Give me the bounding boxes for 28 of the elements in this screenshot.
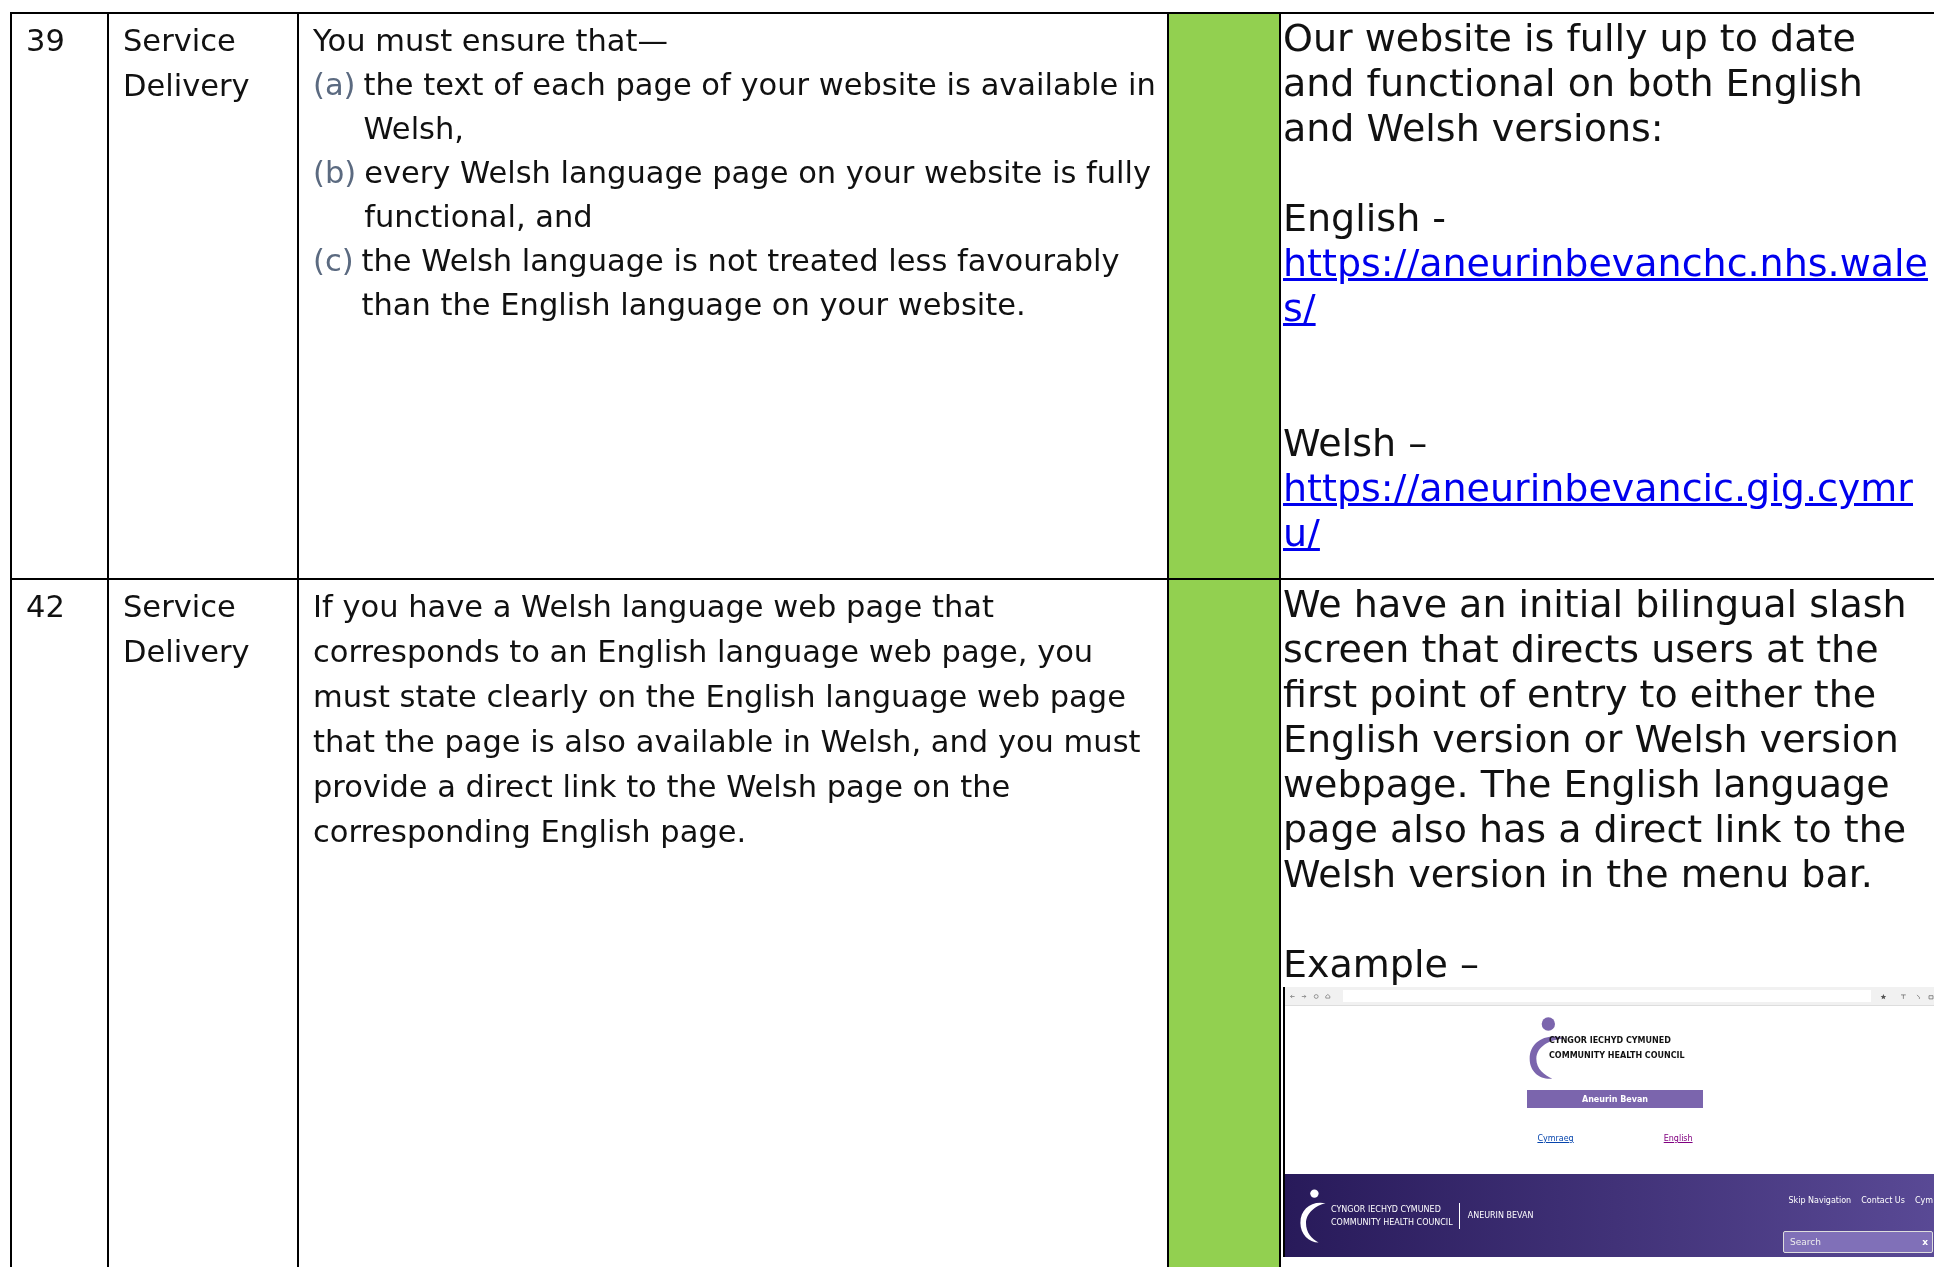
website-link[interactable]: https://aneurinbevancic.gig.cymru/: [1283, 466, 1934, 556]
item-marker: (c): [313, 242, 354, 280]
item-marker: (b): [313, 154, 357, 192]
logo-text: CYNGOR IECHYD CYMUNED: [1549, 1035, 1672, 1047]
requirement-text: If you have a Welsh language web page that corresponds to an English language web page, you must state clearly on the English language web page that the page is also available in Welsh, and you must provide a direct link to the Welsh page on the corresponding English page.: [313, 588, 1142, 851]
language-link[interactable]: English: [1663, 1116, 1693, 1161]
website-link[interactable]: https://aneurinbevanchc.nhs.wales/: [1283, 241, 1934, 331]
response-text: Our website is fully up to date and functional on both English and Welsh versions:: [1283, 16, 1864, 151]
area-label: Service Delivery: [123, 588, 251, 671]
response-text: Welsh –: [1283, 421, 1429, 466]
region-label: ANEURIN BEVAN: [1466, 1210, 1534, 1222]
response-text: English -: [1283, 196, 1447, 241]
requirement-text: You must ensure that—: [313, 22, 669, 60]
item-marker: (a): [313, 66, 356, 104]
row-number: 39: [26, 23, 65, 58]
logo-text: COMMUNITY HEALTH COUNCIL: [1549, 1050, 1685, 1062]
area-label: Service Delivery: [123, 22, 251, 105]
language-link[interactable]: Cymraeg: [1537, 1116, 1574, 1161]
row-number: 42: [26, 589, 65, 624]
nav-link[interactable]: Contact Us: [1861, 1178, 1905, 1223]
requirement-item: the Welsh language is not treated less favourably than the English language on your website.: [361, 242, 1121, 324]
response-text: We have an initial bilingual slash screen that directs users at the first point of entry to either the English version or Welsh version webpage. The English language page also has a direct link to the Welsh version in the menu bar.: [1283, 582, 1908, 897]
enter-button[interactable]: Aneurin Bevan: [1527, 1090, 1703, 1108]
logo-text: COMMUNITY HEALTH COUNCIL: [1331, 1216, 1453, 1229]
nav-link[interactable]: Skip Navigation: [1788, 1178, 1852, 1223]
logo-text: CYNGOR IECHYD CYMUNED: [1331, 1203, 1442, 1216]
search-field[interactable]: Search x: [1783, 1231, 1933, 1253]
response-text: Example –: [1283, 942, 1480, 987]
